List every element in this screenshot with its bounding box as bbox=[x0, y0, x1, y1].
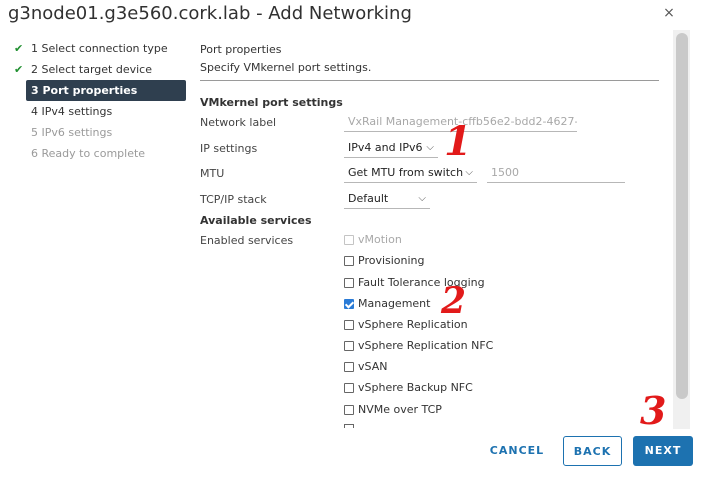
checkbox[interactable] bbox=[344, 405, 354, 415]
step-label: 2 Select target device bbox=[31, 63, 152, 76]
step-label: 5 IPv6 settings bbox=[31, 126, 113, 139]
annotation-number: 1 bbox=[444, 118, 472, 165]
enabled-services-label: Enabled services bbox=[200, 234, 294, 247]
service-label: vSphere Backup NFC bbox=[358, 381, 473, 394]
step-select-connection-type[interactable]: ✔ 1 Select connection type bbox=[10, 38, 186, 59]
annotation-number: 3 bbox=[640, 388, 667, 433]
checkbox-partial bbox=[344, 424, 354, 428]
network-label-label: Network label bbox=[200, 116, 277, 129]
service-label: vMotion bbox=[358, 233, 402, 246]
scrollbar-thumb[interactable] bbox=[676, 33, 688, 399]
step-port-properties[interactable]: 3 Port properties bbox=[26, 80, 186, 101]
step-select-target-device[interactable]: ✔ 2 Select target device bbox=[10, 59, 186, 80]
next-button[interactable]: NEXT bbox=[633, 436, 693, 466]
tcpip-stack-value: Default bbox=[348, 192, 389, 205]
step-label: 4 IPv4 settings bbox=[31, 105, 113, 118]
ip-settings-select[interactable]: IPv4 and IPv6 ⌵ bbox=[344, 138, 438, 158]
page-heading: Port properties bbox=[200, 43, 282, 56]
checkbox[interactable] bbox=[344, 320, 354, 330]
step-ipv4-settings[interactable]: 4 IPv4 settings bbox=[10, 101, 186, 122]
page-description: Specify VMkernel port settings. bbox=[200, 61, 372, 74]
checkmark-icon: ✔ bbox=[14, 42, 24, 55]
mtu-number-input: 1500 bbox=[487, 163, 625, 183]
mtu-select[interactable]: Get MTU from switch ⌵ bbox=[344, 163, 477, 183]
checkbox[interactable] bbox=[344, 341, 354, 351]
checkbox[interactable] bbox=[344, 256, 354, 266]
ip-settings-value: IPv4 and IPv6 bbox=[348, 141, 423, 154]
ip-settings-label: IP settings bbox=[200, 142, 258, 155]
dialog-title: g3node01.g3e560.cork.lab - Add Networkin… bbox=[8, 3, 412, 24]
step-ready-to-complete: 6 Ready to complete bbox=[10, 143, 186, 164]
tcpip-stack-label: TCP/IP stack bbox=[200, 193, 267, 206]
chevron-down-icon: ⌵ bbox=[426, 142, 434, 153]
mtu-label: MTU bbox=[200, 167, 225, 180]
service-label: Management bbox=[358, 297, 431, 310]
step-label: 3 Port properties bbox=[31, 84, 138, 97]
tcpip-stack-select[interactable]: Default ⌵ bbox=[344, 189, 430, 209]
checkbox[interactable] bbox=[344, 362, 354, 372]
checkbox-checked[interactable] bbox=[344, 299, 354, 309]
service-label: vSAN bbox=[358, 360, 388, 373]
back-button[interactable]: BACK bbox=[563, 436, 622, 466]
divider bbox=[200, 80, 659, 81]
chevron-down-icon: ⌵ bbox=[418, 193, 426, 204]
service-label: Provisioning bbox=[358, 254, 425, 267]
step-label: 1 Select connection type bbox=[31, 42, 168, 55]
checkbox[interactable] bbox=[344, 383, 354, 393]
available-services-heading: Available services bbox=[200, 214, 312, 227]
service-label: NVMe over TCP bbox=[358, 403, 442, 416]
close-icon[interactable]: × bbox=[660, 4, 678, 22]
cancel-button[interactable]: CANCEL bbox=[486, 436, 548, 466]
checkmark-icon: ✔ bbox=[14, 63, 24, 76]
step-label: 6 Ready to complete bbox=[31, 147, 146, 160]
checkbox[interactable] bbox=[344, 278, 354, 288]
step-ipv6-settings: 5 IPv6 settings bbox=[10, 122, 186, 143]
annotation-number: 2 bbox=[441, 280, 467, 322]
service-label: vSphere Replication NFC bbox=[358, 339, 494, 352]
chevron-down-icon: ⌵ bbox=[465, 167, 473, 178]
checkbox bbox=[344, 235, 354, 245]
wizard-steps: ✔ 1 Select connection type ✔ 2 Select ta… bbox=[10, 38, 186, 164]
section-title: VMkernel port settings bbox=[200, 96, 343, 109]
mtu-value: Get MTU from switch bbox=[348, 166, 464, 179]
